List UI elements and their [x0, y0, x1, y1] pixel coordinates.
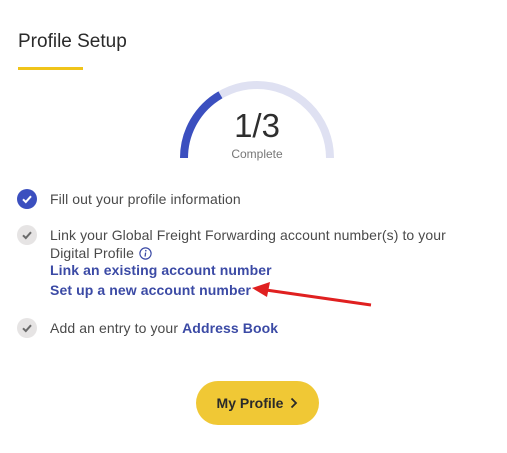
my-profile-label: My Profile [216, 395, 284, 411]
title-underline [18, 67, 83, 70]
page-title: Profile Setup [18, 31, 127, 52]
address-book-link[interactable]: Address Book [182, 320, 278, 336]
step-3-prefix: Add an entry to your [50, 320, 183, 336]
step-2-text: Link your Global Freight Forwarding acco… [50, 226, 446, 262]
step-1-text: Fill out your profile information [50, 191, 241, 207]
setup-new-account-link[interactable]: Set up a new account number [50, 282, 251, 298]
annotation-arrow [252, 282, 372, 307]
step-incomplete-check-icon [17, 225, 37, 245]
progress-label: Complete [231, 147, 283, 161]
step-incomplete-check-icon [17, 318, 37, 338]
step-complete-check-icon [17, 189, 37, 209]
step-2-line-1: Link your Global Freight Forwarding acco… [50, 227, 446, 243]
my-profile-button[interactable]: My Profile [196, 381, 319, 425]
step-3-text: Add an entry to your Address Book [50, 319, 278, 337]
info-icon[interactable] [139, 247, 152, 260]
progress-value: 1/3 [234, 107, 280, 144]
link-existing-account-link[interactable]: Link an existing account number [50, 262, 272, 278]
step-2-line-2: Digital Profile [50, 245, 134, 261]
chevron-right-icon [291, 397, 298, 409]
